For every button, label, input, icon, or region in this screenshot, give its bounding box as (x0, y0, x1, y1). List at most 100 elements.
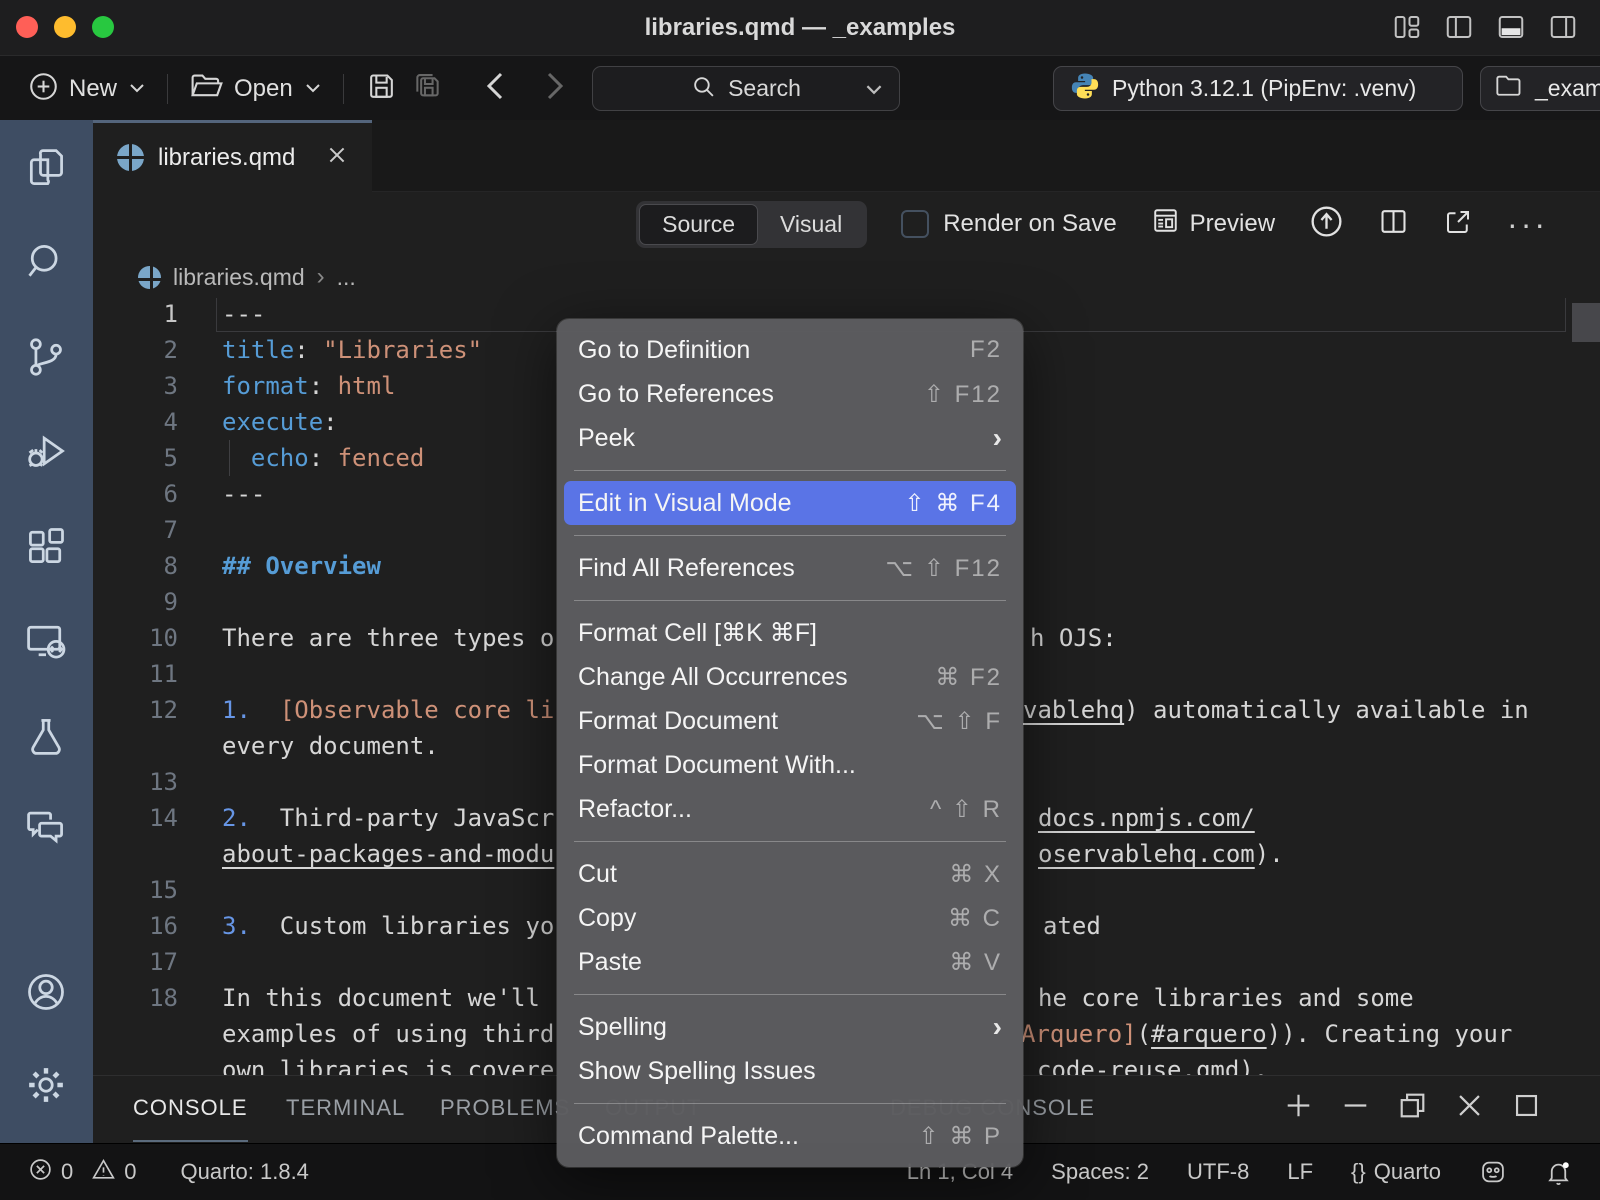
code-text: execute: (222, 404, 338, 440)
panel-tab-console[interactable]: CONSOLE (133, 1076, 248, 1142)
divider (167, 74, 168, 104)
save-all-button[interactable] (411, 70, 444, 108)
interpreter-selector[interactable]: Python 3.12.1 (PipEnv: .venv) (1053, 66, 1463, 111)
menu-item-go-to-definition[interactable]: Go to Definition F2 (564, 328, 1016, 372)
chat-icon[interactable] (24, 804, 68, 848)
render-icon[interactable] (1309, 204, 1344, 244)
toggle-bottom-panel-icon[interactable] (1496, 12, 1526, 42)
eol-status[interactable]: LF (1287, 1159, 1313, 1185)
submenu-chevron-icon: › (993, 1005, 1002, 1049)
restore-panel-icon[interactable] (1399, 1092, 1426, 1124)
breadcrumb-more[interactable]: ... (337, 264, 356, 291)
menu-item-go-to-references[interactable]: Go to References⇧ F12 (564, 372, 1016, 416)
menu-divider (574, 470, 1006, 471)
breadcrumb-file[interactable]: libraries.qmd (173, 264, 305, 291)
menu-item-command-palette[interactable]: Command Palette...⇧ ⌘ P (564, 1114, 1016, 1158)
line-number: 7 (93, 512, 178, 548)
encoding-status[interactable]: UTF-8 (1187, 1159, 1249, 1185)
menu-item-label: Peek (578, 424, 635, 453)
visual-mode-button[interactable]: Visual (758, 205, 864, 244)
language-mode-status[interactable]: {} Quarto (1351, 1159, 1441, 1185)
menu-item-format-document-with[interactable]: Format Document With... (564, 743, 1016, 787)
minimize-panel-icon[interactable] (1342, 1092, 1369, 1124)
menu-item-edit-in-visual-mode[interactable]: Edit in Visual Mode⇧ ⌘ F4 (564, 481, 1016, 525)
toggle-right-sidebar-icon[interactable] (1548, 12, 1578, 42)
folder-open-icon (190, 71, 224, 106)
menu-item-cut[interactable]: Cut⌘ X (564, 852, 1016, 896)
remote-explorer-icon[interactable] (24, 619, 68, 663)
menu-item-label: Command Palette... (578, 1122, 799, 1151)
code-text: ## Overview (222, 548, 381, 584)
explorer-icon[interactable] (24, 146, 68, 190)
toggle-left-sidebar-icon[interactable] (1444, 12, 1474, 42)
indentation-status[interactable]: Spaces: 2 (1051, 1159, 1149, 1185)
warning-icon (91, 1157, 116, 1188)
close-panel-icon[interactable] (1456, 1092, 1483, 1124)
search-label: Search (728, 75, 801, 102)
search-input[interactable]: Search (592, 66, 900, 111)
problems-status[interactable]: 0 0 (28, 1157, 137, 1188)
navigate-forward-button[interactable] (546, 71, 564, 106)
split-editor-icon[interactable] (1378, 206, 1409, 242)
new-file-button[interactable]: New (28, 71, 145, 107)
line-number: 15 (93, 872, 178, 908)
menu-item-format-document[interactable]: Format Document⌥ ⇧ F (564, 699, 1016, 743)
preview-button[interactable]: Preview (1151, 206, 1275, 242)
menu-item-peek[interactable]: Peek› (564, 416, 1016, 460)
chevron-right-icon (546, 71, 564, 106)
render-on-save-toggle[interactable]: Render on Save (901, 210, 1116, 238)
open-external-icon[interactable] (1443, 207, 1473, 242)
code-text: h OJS: (1030, 620, 1117, 656)
save-all-icon (411, 70, 444, 108)
menu-divider (574, 994, 1006, 995)
menu-item-change-all-occurrences[interactable]: Change All Occurrences⌘ F2 (564, 655, 1016, 699)
source-control-icon[interactable] (24, 335, 68, 379)
search-icon[interactable] (24, 240, 68, 284)
code-text: examples of using third (222, 1016, 554, 1052)
menu-item-label: Go to Definition (578, 336, 750, 365)
menu-item-find-all-references[interactable]: Find All References⌥ ⇧ F12 (564, 546, 1016, 590)
menu-item-copy[interactable]: Copy⌘ C (564, 896, 1016, 940)
menu-shortcut: F2 (970, 336, 1002, 364)
menu-item-label: Copy (578, 904, 636, 933)
code-text: about-packages-and-modu (222, 836, 554, 872)
menu-item-spelling[interactable]: Spelling› (564, 1005, 1016, 1049)
navigate-back-button[interactable] (486, 71, 504, 106)
close-tab-icon[interactable] (326, 144, 348, 171)
line-number: 18 (93, 980, 178, 1016)
extensions-icon[interactable] (24, 524, 68, 568)
more-actions-icon[interactable]: ··· (1507, 206, 1548, 243)
feedback-smiley-icon[interactable] (1479, 1158, 1507, 1186)
menu-item-format-cell-k-f[interactable]: Format Cell [⌘K ⌘F] (564, 611, 1016, 655)
settings-gear-icon[interactable] (24, 1063, 68, 1107)
quarto-version-status[interactable]: Quarto: 1.8.4 (181, 1159, 309, 1185)
scrollbar-thumb[interactable] (1572, 303, 1600, 342)
code-text: --- (222, 298, 265, 332)
maximize-panel-icon[interactable] (1513, 1092, 1540, 1124)
menu-item-show-spelling-issues[interactable]: Show Spelling Issues (564, 1049, 1016, 1093)
project-selector[interactable]: _examples (1480, 66, 1600, 111)
python-icon (1070, 71, 1100, 106)
open-button[interactable]: Open (190, 71, 321, 106)
code-text: he core libraries and some (1038, 980, 1414, 1016)
account-icon[interactable] (24, 970, 68, 1014)
source-mode-button[interactable]: Source (639, 204, 758, 245)
menu-item-refactor[interactable]: Refactor...^ ⇧ R (564, 787, 1016, 831)
customize-layout-icon[interactable] (1392, 12, 1422, 42)
preview-label: Preview (1190, 210, 1275, 238)
panel-tab-problems[interactable]: PROBLEMS (440, 1076, 570, 1140)
run-debug-icon[interactable] (24, 429, 68, 473)
tab-libraries-qmd[interactable]: libraries.qmd (93, 120, 372, 192)
code-text: vablehq) automatically available in (1023, 692, 1529, 728)
preview-icon (1151, 206, 1180, 242)
menu-item-label: Show Spelling Issues (578, 1057, 816, 1086)
testing-flask-icon[interactable] (24, 714, 68, 758)
menu-item-label: Cut (578, 860, 617, 889)
code-text: docs.npmjs.com/ (1038, 800, 1255, 836)
new-console-plus-icon[interactable] (1285, 1092, 1312, 1124)
notifications-bell-icon[interactable] (1545, 1159, 1572, 1186)
save-button[interactable] (366, 71, 397, 107)
panel-tab-terminal[interactable]: TERMINAL (286, 1076, 405, 1140)
render-on-save-checkbox[interactable] (901, 210, 929, 238)
menu-item-paste[interactable]: Paste⌘ V (564, 940, 1016, 984)
